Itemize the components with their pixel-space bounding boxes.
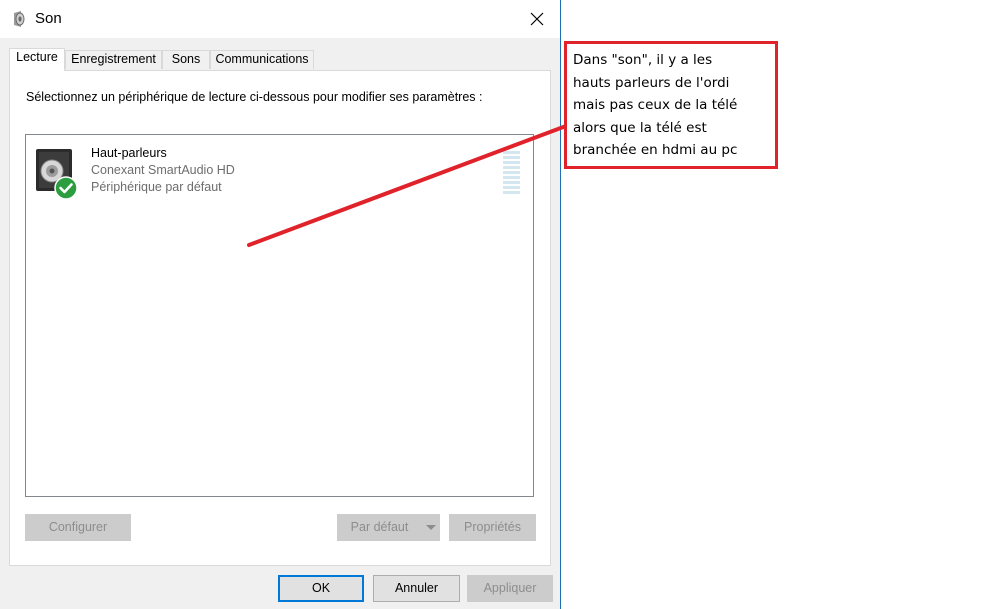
playback-device-list[interactable]: Haut-parleurs Conexant SmartAudio HD Pér… (25, 134, 534, 497)
annotation-line: alors que la télé est (573, 119, 707, 136)
device-status: Périphérique par défaut (91, 180, 222, 194)
speaker-icon (36, 149, 78, 199)
tab-enregistrement[interactable]: Enregistrement (65, 50, 162, 69)
configure-button[interactable]: Configurer (25, 514, 131, 541)
instruction-text: Sélectionnez un périphérique de lecture … (26, 90, 483, 104)
close-icon (530, 12, 544, 26)
default-check-icon (54, 176, 78, 199)
set-default-button[interactable]: Par défaut (337, 514, 422, 541)
annotation-line: Dans "son", il y a les (573, 52, 713, 68)
properties-button[interactable]: Propriétés (449, 514, 536, 541)
tab-sons[interactable]: Sons (162, 50, 210, 69)
device-name: Haut-parleurs (91, 146, 167, 160)
tab-panel-lecture: Sélectionnez un périphérique de lecture … (9, 70, 551, 566)
tab-lecture[interactable]: Lecture (9, 48, 65, 71)
window-title: Son (35, 10, 62, 27)
ok-button[interactable]: OK (278, 575, 364, 602)
tab-communications[interactable]: Communications (210, 50, 314, 69)
volume-level-meter (503, 151, 520, 196)
sound-dialog: Son Lecture Enregistrement Sons Communic… (0, 0, 561, 609)
annotation-line: branchée en hdmi au pc (573, 142, 738, 158)
sound-speaker-icon (14, 11, 25, 27)
set-default-dropdown[interactable] (422, 514, 440, 541)
cancel-button[interactable]: Annuler (373, 575, 460, 602)
annotation-line: hauts parleurs de l'ordi (573, 74, 730, 91)
annotation-line: mais pas ceux de la télé (573, 97, 738, 113)
annotation-callout: Dans "son", il y a les hauts parleurs de… (564, 41, 778, 169)
close-button[interactable] (514, 0, 560, 38)
chevron-down-icon (426, 525, 436, 530)
apply-button[interactable]: Appliquer (467, 575, 553, 602)
device-driver: Conexant SmartAudio HD (91, 163, 235, 177)
title-bar: Son (0, 0, 560, 38)
